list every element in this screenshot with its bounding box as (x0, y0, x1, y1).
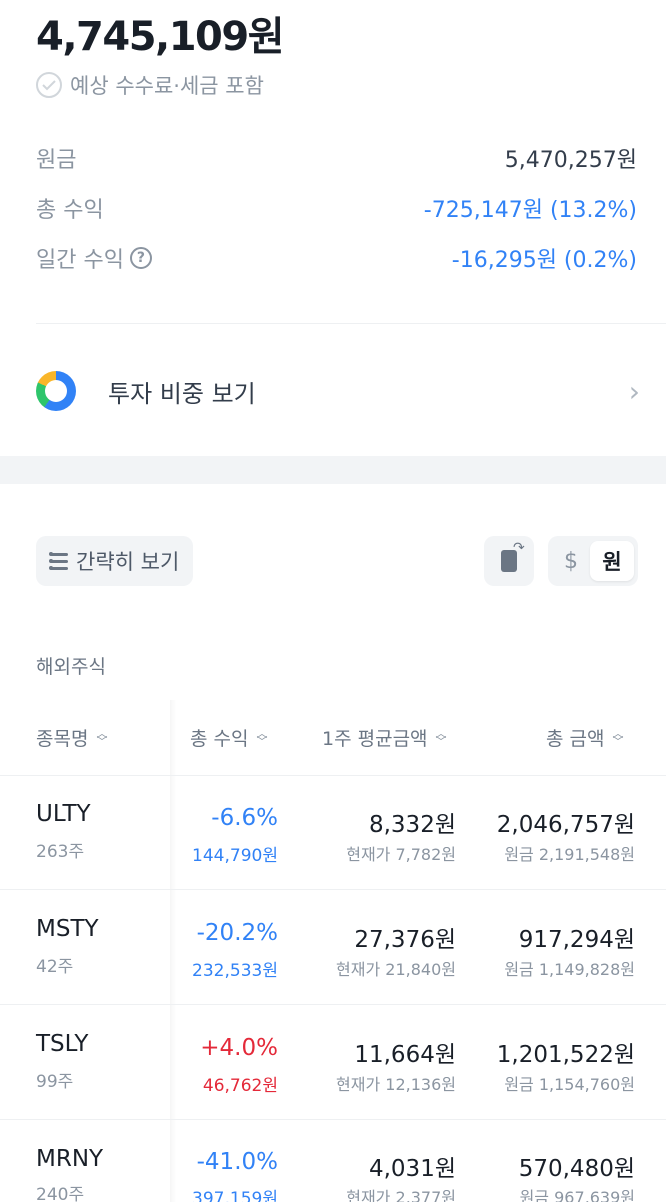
chevron-right-icon: › (628, 374, 640, 408)
fee-note-text: 예상 수수료·세금 포함 (70, 74, 264, 98)
principal-value: 5,470,257원 (504, 148, 637, 173)
check-circle-icon (36, 72, 62, 98)
return-percent: +4.0% (200, 1035, 278, 1061)
total-return-row: 총 수익 -725,147원 (13.2%) (36, 192, 637, 224)
avg-price: 27,376원 (354, 927, 456, 953)
return-amount: 397,159원 (192, 1189, 278, 1202)
daily-return-row: 일간 수익 ? -16,295원 (0.2%) (36, 242, 637, 274)
total-return-label: 총 수익 (36, 198, 104, 223)
simple-view-button[interactable]: 간략히 보기 (36, 536, 194, 586)
help-icon[interactable]: ? (129, 247, 152, 269)
sort-icon: ︿ ﹀ (435, 726, 447, 748)
section-label: 해외주식 (36, 656, 106, 678)
return-percent: -41.0% (196, 1149, 278, 1175)
summary-divider (36, 323, 666, 324)
row-divider (0, 1119, 666, 1120)
header-name[interactable]: 종목명 ︿ ﹀ (36, 724, 107, 751)
ticker: MSTY (36, 916, 99, 942)
currency-usd-option[interactable]: $ (552, 549, 590, 574)
current-price: 현재가 2,377원 (346, 1188, 456, 1202)
avg-price: 4,031원 (368, 1156, 456, 1182)
total-return-value: -725,147원 (13.2%) (423, 198, 637, 223)
header-return[interactable]: 총 수익 ︿ ﹀ (190, 724, 267, 751)
return-percent: -20.2% (196, 920, 278, 946)
total-amount: 1,201,522원 (496, 1042, 635, 1068)
share-count: 99주 (36, 1072, 74, 1092)
return-amount: 46,762원 (202, 1076, 278, 1096)
invest-ratio-label: 투자 비중 보기 (108, 379, 256, 408)
ticker: MRNY (36, 1146, 104, 1172)
invest-ratio-row[interactable]: 투자 비중 보기 › (36, 360, 640, 422)
row-divider (0, 775, 666, 776)
principal-label: 원금 (36, 148, 77, 173)
list-icon (49, 551, 68, 570)
principal-amount: 원금 1,149,828원 (504, 960, 635, 979)
principal-amount: 원금 2,191,548원 (504, 845, 635, 864)
rotate-view-button[interactable] (484, 536, 534, 586)
donut-chart-icon (36, 371, 76, 411)
sort-icon: ︿ ﹀ (256, 726, 268, 748)
simple-view-label: 간략히 보기 (76, 550, 180, 574)
principal-amount: 원금 967,639원 (519, 1188, 635, 1202)
rotate-icon (501, 540, 525, 572)
sort-icon: ︿ ﹀ (96, 726, 108, 748)
return-percent: -6.6% (211, 805, 278, 831)
row-divider (0, 1004, 666, 1005)
avg-price: 11,664원 (354, 1042, 456, 1068)
row-divider (0, 889, 666, 890)
total-amount: 917,294원 (518, 927, 635, 953)
principal-amount: 원금 1,154,760원 (504, 1075, 635, 1094)
avg-price: 8,332원 (368, 812, 456, 838)
total-amount: 2,046,757원 (496, 812, 635, 838)
return-amount: 144,790원 (192, 846, 278, 866)
sort-icon: ︿ ﹀ (612, 726, 624, 748)
share-count: 263주 (36, 842, 85, 862)
header-avg-price[interactable]: 1주 평균금액 ︿ ﹀ (322, 724, 447, 751)
total-amount: 570,480원 (518, 1156, 635, 1182)
current-price: 현재가 21,840원 (336, 960, 456, 979)
ticker: ULTY (36, 801, 91, 827)
total-value: 4,745,109원 (36, 14, 285, 60)
currency-toggle[interactable]: $ 원 (548, 536, 638, 586)
daily-return-label: 일간 수익 (36, 248, 124, 273)
current-price: 현재가 7,782원 (346, 845, 456, 864)
ticker: TSLY (36, 1031, 89, 1057)
daily-return-value: -16,295원 (0.2%) (451, 248, 637, 273)
current-price: 현재가 12,136원 (336, 1075, 456, 1094)
fee-note-row: 예상 수수료·세금 포함 (36, 70, 264, 100)
header-total[interactable]: 총 금액 ︿ ﹀ (546, 724, 623, 751)
share-count: 42주 (36, 957, 74, 977)
return-amount: 232,533원 (192, 961, 278, 981)
currency-krw-option[interactable]: 원 (590, 541, 634, 581)
section-separator (0, 456, 666, 484)
share-count: 240주 (36, 1185, 85, 1202)
principal-row: 원금 5,470,257원 (36, 142, 637, 174)
